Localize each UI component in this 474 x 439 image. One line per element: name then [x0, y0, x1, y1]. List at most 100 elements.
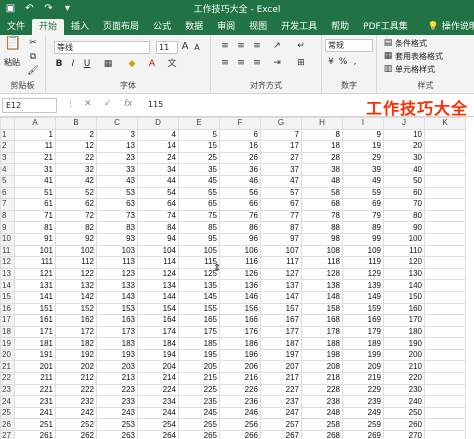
cell[interactable]: 221	[14, 383, 56, 397]
cell[interactable]: 117	[260, 256, 302, 269]
cell[interactable]: 196	[219, 348, 261, 362]
cell[interactable]: 25	[178, 151, 220, 165]
cell[interactable]: 32	[55, 163, 97, 176]
cell[interactable]: 230	[383, 383, 425, 397]
cell[interactable]: 268	[301, 430, 343, 439]
cell[interactable]: 233	[96, 395, 138, 408]
cell[interactable]: 201	[14, 360, 56, 374]
column-header[interactable]: D	[137, 117, 179, 130]
cell[interactable]: 246	[219, 406, 261, 420]
cell[interactable]: 152	[55, 302, 97, 316]
cell[interactable]: 52	[55, 186, 97, 200]
cell[interactable]: 255	[178, 418, 220, 432]
tab-page-layout[interactable]: 页面布局	[96, 19, 146, 35]
cell[interactable]: 13	[96, 140, 138, 153]
select-all-corner[interactable]	[0, 117, 15, 130]
cell[interactable]: 224	[137, 383, 179, 397]
cell[interactable]: 19	[342, 140, 384, 153]
cell[interactable]: 238	[301, 395, 343, 408]
cell[interactable]: 5	[178, 128, 220, 142]
cell[interactable]: 72	[55, 209, 97, 223]
cell[interactable]: 70	[383, 198, 425, 211]
cell[interactable]: 38	[301, 163, 343, 176]
cell[interactable]: 173	[96, 325, 138, 339]
cell[interactable]: 27	[260, 151, 302, 165]
cell[interactable]: 108	[301, 244, 343, 258]
cell[interactable]: 63	[96, 198, 138, 211]
cell[interactable]: 160	[383, 302, 425, 316]
cell[interactable]: 126	[219, 267, 261, 281]
column-header[interactable]: F	[219, 117, 261, 130]
cell[interactable]: 219	[342, 372, 384, 385]
cell[interactable]: 119	[342, 256, 384, 269]
cell[interactable]: 157	[260, 302, 302, 316]
cell[interactable]: 8	[301, 128, 343, 142]
row-header[interactable]: 1	[0, 128, 15, 142]
cell[interactable]	[424, 430, 466, 439]
cell[interactable]: 147	[260, 290, 302, 304]
cell[interactable]: 211	[14, 372, 56, 385]
tab-help[interactable]: 帮助	[324, 19, 356, 35]
cell[interactable]: 204	[137, 360, 179, 374]
cell[interactable]: 229	[342, 383, 384, 397]
cell[interactable]: 137	[260, 279, 302, 292]
cell[interactable]: 107	[260, 244, 302, 258]
tab-formulas[interactable]: 公式	[146, 19, 178, 35]
cell[interactable]: 262	[55, 430, 97, 439]
cell[interactable]: 16	[219, 140, 261, 153]
cell[interactable]: 225	[178, 383, 220, 397]
underline-button[interactable]: U	[82, 58, 92, 70]
cell[interactable]: 1	[14, 128, 56, 142]
cell[interactable]: 94	[137, 232, 179, 246]
cell[interactable]: 43	[96, 174, 138, 188]
paste-icon[interactable]: 📋	[4, 36, 22, 50]
cell[interactable]: 76	[219, 209, 261, 223]
cell[interactable]: 191	[14, 348, 56, 362]
cell[interactable]: 71	[14, 209, 56, 223]
cell[interactable]: 172	[55, 325, 97, 339]
cell[interactable]: 228	[301, 383, 343, 397]
cell[interactable]: 67	[260, 198, 302, 211]
shrink-font-button[interactable]: A	[192, 42, 202, 54]
cell[interactable]: 171	[14, 325, 56, 339]
insert-function-icon[interactable]: fx	[124, 98, 133, 111]
cell[interactable]: 83	[96, 221, 138, 234]
cell[interactable]: 41	[14, 174, 56, 188]
cell[interactable]: 66	[219, 198, 261, 211]
cell[interactable]: 148	[301, 290, 343, 304]
cell-styles-button[interactable]: 单元格样式	[395, 64, 435, 75]
cell[interactable]: 154	[137, 302, 179, 316]
cell[interactable]: 232	[55, 395, 97, 408]
cell[interactable]: 193	[96, 348, 138, 362]
cell[interactable]: 258	[301, 418, 343, 432]
cell[interactable]: 216	[219, 372, 261, 385]
cell[interactable]: 253	[96, 418, 138, 432]
cell[interactable]: 100	[383, 232, 425, 246]
cell[interactable]: 30	[383, 151, 425, 165]
cell[interactable]	[424, 418, 466, 432]
row-header[interactable]: 8	[0, 209, 15, 223]
cell[interactable]: 37	[260, 163, 302, 176]
cell[interactable]: 176	[219, 325, 261, 339]
cell[interactable]: 31	[14, 163, 56, 176]
cell[interactable]: 134	[137, 279, 179, 292]
cell[interactable]: 270	[383, 430, 425, 439]
cell[interactable]: 92	[55, 232, 97, 246]
cell[interactable]: 80	[383, 209, 425, 223]
cell[interactable]	[424, 256, 466, 269]
cell[interactable]: 20	[383, 140, 425, 153]
cell[interactable]: 40	[383, 163, 425, 176]
cell[interactable]: 257	[260, 418, 302, 432]
cell[interactable]: 223	[96, 383, 138, 397]
cell[interactable]: 140	[383, 279, 425, 292]
cell[interactable]: 68	[301, 198, 343, 211]
cell[interactable]: 267	[260, 430, 302, 439]
cell[interactable]: 182	[55, 337, 97, 350]
cell[interactable]: 62	[55, 198, 97, 211]
cell[interactable]: 259	[342, 418, 384, 432]
cell[interactable]: 3	[96, 128, 138, 142]
cell[interactable]: 220	[383, 372, 425, 385]
cell[interactable]: 101	[14, 244, 56, 258]
cell[interactable]: 23	[96, 151, 138, 165]
cell[interactable]: 124	[137, 267, 179, 281]
